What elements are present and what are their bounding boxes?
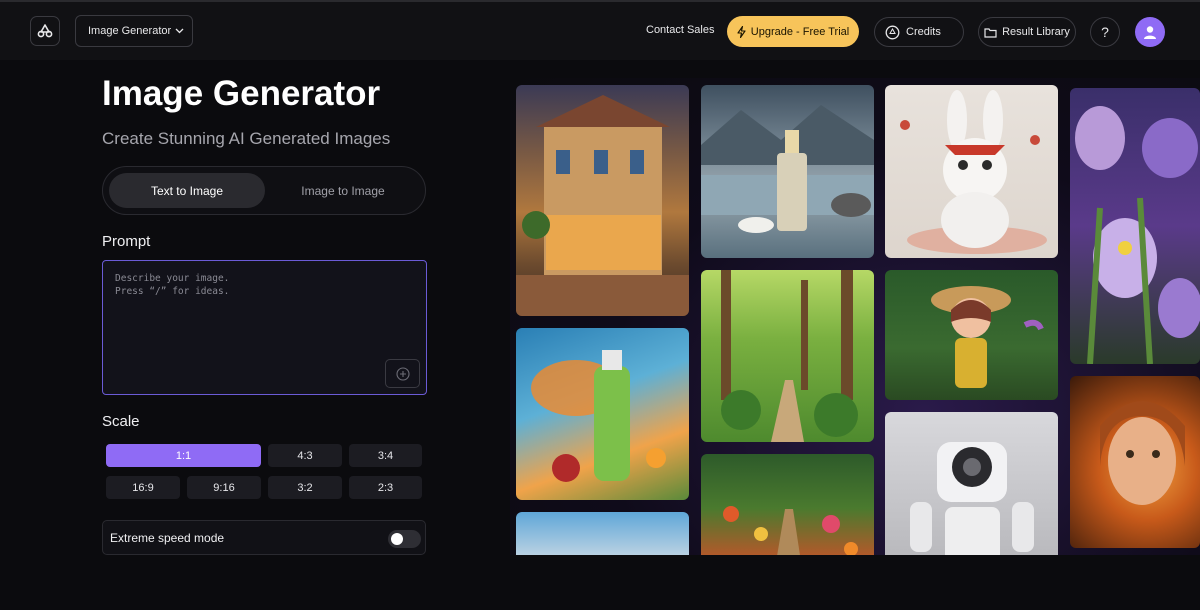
user-icon [1144,26,1156,39]
credits-button[interactable]: Credits [874,17,964,47]
scale-option-2-3[interactable]: 2:3 [349,476,422,499]
toggle-knob [391,533,403,545]
app-selector-dropdown[interactable]: Image Generator [75,15,193,47]
page-subtitle: Create Stunning AI Generated Images [102,129,391,148]
scale-label: Scale [102,413,140,430]
speed-mode-label: Extreme speed mode [110,530,225,545]
prompt-input[interactable]: Describe your image. Press “/” for ideas… [102,260,427,395]
scale-option-4-3[interactable]: 4:3 [268,444,342,467]
fiery-portrait-illustration [1100,401,1185,505]
product-flowers-image[interactable] [516,512,689,555]
tab-image-to-image[interactable]: Image to Image [265,173,421,208]
credits-label: Credits [906,26,941,38]
prompt-add-button[interactable] [385,359,420,388]
plus-circle-icon [395,366,410,381]
scale-option-9-16[interactable]: 9:16 [187,476,261,499]
mode-tabs: Text to Image Image to Image [102,166,426,215]
contact-sales-link[interactable]: Contact Sales [646,24,714,36]
image-gallery [510,78,1200,555]
white-rabbit-toy-image[interactable] [885,85,1058,258]
prompt-label: Prompt [102,233,151,250]
logo-button[interactable] [30,16,60,46]
flower-garden-illustration [723,506,858,555]
avatar[interactable] [1135,17,1165,47]
forest-path-illustration [721,270,858,442]
perfume-bottle-image[interactable] [701,85,874,258]
white-robot-illustration [910,442,1034,555]
rabbit-toy-illustration [900,90,1047,254]
tab-text-to-image[interactable]: Text to Image [109,173,265,208]
credits-coin-icon [885,25,900,39]
perfume-bottle-illustration [701,105,874,233]
fiery-portrait-image[interactable] [1070,376,1200,548]
chevron-down-icon [175,28,184,34]
speed-mode-row: Extreme speed mode [102,520,426,555]
scale-option-3-4[interactable]: 3:4 [349,444,422,467]
flower-garden-path-image[interactable] [701,454,874,555]
cartoon-girl-illustration [931,286,1044,388]
result-library-button[interactable]: Result Library [978,17,1076,47]
upgrade-label: Upgrade - Free Trial [750,25,850,38]
juice-bottle-illustration [531,350,666,482]
app-selector-label: Image Generator [88,25,172,37]
forest-path-image[interactable] [701,270,874,442]
page-title: Image Generator [102,74,381,113]
iris-flowers-image[interactable] [1070,88,1200,364]
logo-icon [37,24,53,38]
upgrade-button[interactable]: Upgrade - Free Trial [727,16,859,47]
juice-bottle-image[interactable] [516,328,689,500]
iris-flowers-illustration [1075,106,1200,364]
cafe-house-illustration [516,95,689,316]
scale-option-1-1[interactable]: 1:1 [106,444,261,467]
folder-icon [984,27,997,38]
cartoon-girl-image[interactable] [885,270,1058,400]
lightning-icon [737,25,746,38]
speed-mode-toggle[interactable] [388,530,421,548]
cafe-house-image[interactable] [516,85,689,316]
scale-option-16-9[interactable]: 16:9 [106,476,180,499]
result-library-label: Result Library [1002,26,1070,38]
top-bar: Image Generator Contact Sales Upgrade - … [0,0,1200,60]
scale-option-3-2[interactable]: 3:2 [268,476,342,499]
help-button[interactable]: ? [1090,17,1120,47]
bottom-area [0,555,1200,610]
white-robot-image[interactable] [885,412,1058,555]
